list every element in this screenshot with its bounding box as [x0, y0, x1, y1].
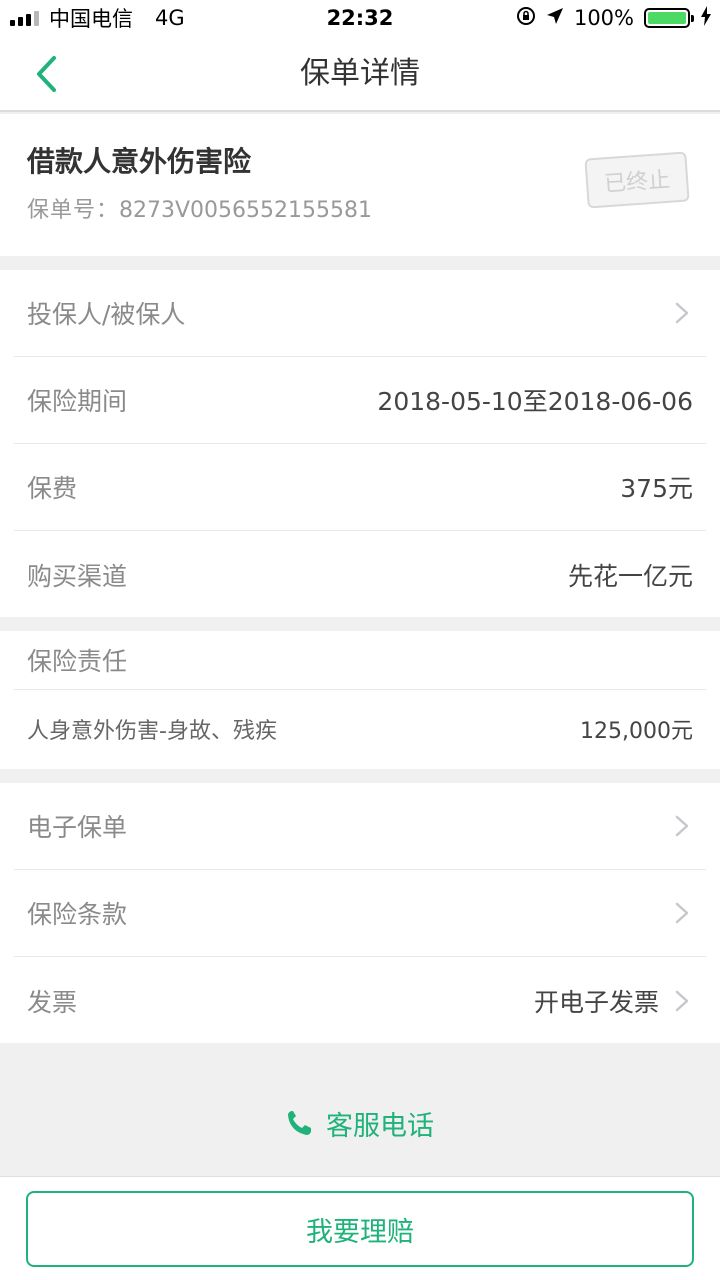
- status-right: 100%: [516, 0, 712, 36]
- channel-row: 购买渠道 先花一亿元: [14, 531, 706, 618]
- premium-value: 375元: [620, 474, 693, 503]
- e-policy-row[interactable]: 电子保单: [14, 783, 706, 870]
- location-arrow-icon: [546, 6, 564, 30]
- liability-title-row: 保险责任: [14, 631, 706, 690]
- battery-icon: [644, 8, 694, 28]
- orientation-lock-icon: [516, 6, 536, 31]
- period-label: 保险期间: [27, 387, 128, 416]
- premium-row: 保费 375元: [14, 444, 706, 531]
- liability-item-value: 125,000元: [580, 719, 693, 744]
- phone-icon: [288, 1111, 311, 1135]
- e-policy-label: 电子保单: [27, 813, 128, 842]
- invoice-row[interactable]: 发票 开电子发票: [14, 957, 706, 1044]
- liability-title: 保险责任: [27, 647, 128, 676]
- customer-service-link[interactable]: 客服电话: [0, 1100, 720, 1146]
- screen: 中国电信 4G 22:32 100% 保单详情 借款人意外伤害险 保单号：827…: [0, 0, 720, 1280]
- chevron-right-icon: [675, 302, 689, 324]
- chevron-right-icon: [675, 815, 689, 837]
- documents-section: 电子保单 保险条款 发票 开电子发票: [0, 783, 720, 1043]
- liability-item-label: 人身意外伤害-身故、残疾: [27, 719, 277, 744]
- period-row: 保险期间 2018-05-10至2018-06-06: [14, 357, 706, 444]
- policy-number-label: 保单号：: [27, 198, 120, 223]
- channel-label: 购买渠道: [27, 561, 128, 591]
- channel-value: 先花一亿元: [567, 561, 693, 591]
- status-bar: 中国电信 4G 22:32 100%: [0, 0, 720, 36]
- status-stamp: 已终止: [584, 151, 690, 209]
- premium-label: 保费: [27, 474, 78, 503]
- customer-service-label: 客服电话: [326, 1110, 434, 1142]
- chevron-right-icon: [675, 902, 689, 924]
- bottom-bar: 我要理赔: [0, 1176, 720, 1280]
- liability-section: 保险责任 人身意外伤害-身故、残疾 125,000元: [0, 631, 720, 769]
- charging-icon: [700, 5, 712, 31]
- applicant-label: 投保人/被保人: [27, 300, 186, 329]
- chevron-right-icon: [675, 990, 689, 1011]
- invoice-value: 开电子发票: [533, 987, 659, 1017]
- policy-number-value: 8273V0056552155581: [119, 198, 373, 223]
- policy-name: 借款人意外伤害险: [27, 145, 252, 178]
- period-value: 2018-05-10至2018-06-06: [377, 387, 693, 416]
- battery-percent: 100%: [573, 6, 634, 30]
- terms-label: 保险条款: [27, 900, 128, 929]
- battery-fill: [648, 12, 686, 24]
- invoice-label: 发票: [27, 987, 78, 1017]
- liability-item-row: 人身意外伤害-身故、残疾 125,000元: [14, 690, 706, 768]
- page-title: 保单详情: [300, 56, 420, 91]
- nav-bar: 保单详情: [0, 36, 720, 112]
- applicant-row[interactable]: 投保人/被保人: [14, 270, 706, 357]
- policy-number: 保单号：8273V0056552155581: [27, 192, 372, 224]
- policy-info-section: 投保人/被保人 保险期间 2018-05-10至2018-06-06 保费 37…: [0, 270, 720, 617]
- claim-button[interactable]: 我要理赔: [26, 1191, 694, 1267]
- terms-row[interactable]: 保险条款: [14, 870, 706, 957]
